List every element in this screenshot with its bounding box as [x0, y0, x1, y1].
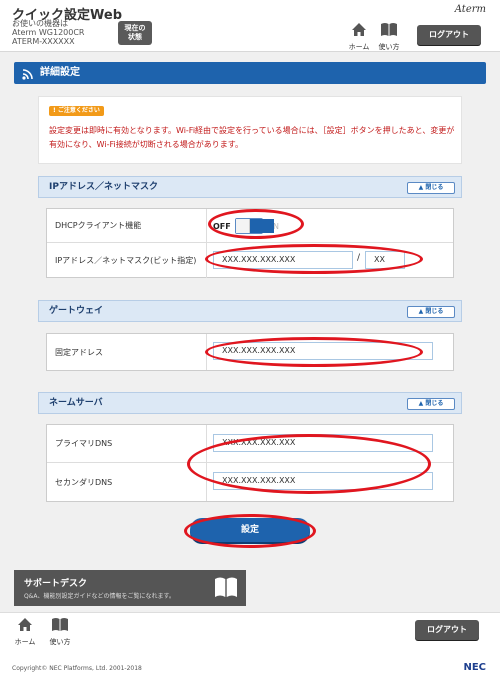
notice-badge: ! ご注意ください	[49, 106, 104, 116]
home-icon	[351, 22, 367, 41]
ip-label: IPアドレス／ネットマスク(ビット指定)	[47, 243, 207, 278]
notice-text: 設定変更は即時に有効となります。Wi-Fi経由で設定を行っている場合には、［設定…	[49, 126, 455, 149]
ip-group-header: IPアドレス／ネットマスク ▲ 閉じる	[38, 176, 462, 198]
submit-button[interactable]: 設定	[190, 518, 310, 542]
copyright: Copyright© NEC Platforms, Ltd. 2001-2018	[12, 665, 142, 672]
gateway-group-title: ゲートウェイ	[49, 306, 104, 316]
support-subtitle: Q&A、機能別設定ガイドなどの情報をご覧になれます。	[24, 593, 175, 600]
book-icon	[214, 576, 238, 602]
current-status-button[interactable]: 現在の 状態	[118, 21, 152, 45]
dns-group-header: ネームサーバ ▲ 閉じる	[38, 392, 462, 414]
toggle-off-label: OFF	[213, 221, 231, 231]
page: クイック設定Web お使いの機器は Aterm WG1200CR ATERM-X…	[0, 0, 500, 685]
logout-button[interactable]: ログアウト	[417, 25, 481, 45]
header: クイック設定Web お使いの機器は Aterm WG1200CR ATERM-X…	[0, 0, 500, 52]
ip-row: IPアドレス／ネットマスク(ビット指定) XXX.XXX.XXX.XXX / X…	[47, 243, 453, 278]
ip-table: DHCPクライアント機能 OFF ON IPアドレス／ネットマスク(ビット指定)…	[46, 208, 454, 278]
mask-separator: /	[357, 253, 361, 263]
dns-table: プライマリDNS XXX.XXX.XXX.XXX セカンダリDNS XXX.XX…	[46, 424, 454, 502]
dns-group-title: ネームサーバ	[49, 398, 103, 408]
gateway-group-header: ゲートウェイ ▲ 閉じる	[38, 300, 462, 322]
primary-dns-label: プライマリDNS	[47, 425, 207, 462]
primary-dns-input[interactable]: XXX.XXX.XXX.XXX	[213, 434, 433, 452]
howto-label: 使い方	[378, 43, 400, 51]
footer-home-link[interactable]: ホーム	[12, 617, 38, 646]
dhcp-toggle[interactable]: OFF ON	[213, 217, 279, 235]
footer-howto-label: 使い方	[49, 638, 71, 646]
page-title-bar: 詳細設定	[14, 62, 486, 84]
wifi-icon	[22, 67, 35, 89]
toggle-switch[interactable]	[234, 218, 274, 234]
ip-close-button[interactable]: ▲ 閉じる	[407, 182, 455, 194]
device-id: ATERM-XXXXXX	[12, 37, 75, 46]
footer-howto-link[interactable]: 使い方	[47, 617, 73, 646]
ip-group-title: IPアドレス／ネットマスク	[49, 182, 158, 192]
primary-dns-row: プライマリDNS XXX.XXX.XXX.XXX	[47, 425, 453, 463]
footer-logout-button[interactable]: ログアウト	[415, 620, 479, 640]
howto-link[interactable]: 使い方	[376, 22, 402, 51]
netmask-input[interactable]: XX	[365, 251, 405, 269]
dns-close-button[interactable]: ▲ 閉じる	[407, 398, 455, 410]
home-icon	[17, 617, 33, 636]
brand-logo: Aterm	[454, 4, 486, 15]
book-icon	[51, 617, 69, 636]
fixed-address-label: 固定アドレス	[47, 334, 207, 370]
dhcp-row: DHCPクライアント機能 OFF ON	[47, 209, 453, 243]
secondary-dns-label: セカンダリDNS	[47, 463, 207, 501]
ip-address-input[interactable]: XXX.XXX.XXX.XXX	[213, 251, 353, 269]
home-label: ホーム	[348, 43, 370, 51]
nec-logo: NEC	[463, 662, 486, 673]
dhcp-label: DHCPクライアント機能	[47, 209, 207, 242]
support-title: サポートデスク	[24, 579, 88, 589]
secondary-dns-row: セカンダリDNS XXX.XXX.XXX.XXX	[47, 463, 453, 501]
gateway-input[interactable]: XXX.XXX.XXX.XXX	[213, 342, 433, 360]
gateway-table: 固定アドレス XXX.XXX.XXX.XXX	[46, 333, 454, 371]
support-desk-banner[interactable]: サポートデスク Q&A、機能別設定ガイドなどの情報をご覧になれます。	[14, 570, 246, 606]
home-link[interactable]: ホーム	[346, 22, 372, 51]
gateway-close-button[interactable]: ▲ 閉じる	[407, 306, 455, 318]
footer: ホーム 使い方 ログアウト Copyright© NEC Platforms, …	[0, 612, 500, 685]
book-icon	[380, 22, 398, 41]
secondary-dns-input[interactable]: XXX.XXX.XXX.XXX	[213, 472, 433, 490]
notice-box: ! ご注意ください 設定変更は即時に有効となります。Wi-Fi経由で設定を行って…	[38, 96, 462, 164]
page-title: 詳細設定	[40, 67, 80, 78]
gateway-row: 固定アドレス XXX.XXX.XXX.XXX	[47, 334, 453, 370]
footer-home-label: ホーム	[14, 638, 36, 646]
